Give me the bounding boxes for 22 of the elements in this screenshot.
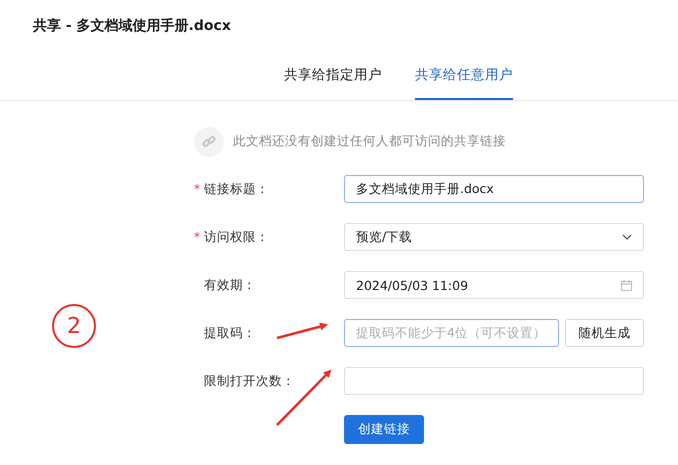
input-field[interactable]: 多文档域使用手册.docx [344,175,644,203]
field-label: 有效期： [204,276,256,294]
field-label: 限制打开次数： [204,372,295,390]
input-field[interactable] [344,367,644,395]
field-label: 链接标题： [204,180,269,198]
create-link-button[interactable]: 创建链接 [344,414,424,444]
generate-button[interactable]: 随机生成 [565,319,644,347]
required-mark: * [194,230,201,244]
link-icon [194,126,224,156]
arrow [276,322,328,340]
step-number: 2 [52,304,96,348]
field-label: 访问权限： [204,228,269,246]
tab[interactable]: 共享给任意用户 [415,58,513,100]
date-field[interactable]: 2024/05/03 11:09 [344,271,644,299]
dialog-title: 共享 - 多文档域使用手册.docx [32,16,232,36]
select-field[interactable]: 预览/下载 [344,223,644,251]
required-mark: * [194,182,201,196]
chevron-down-icon [622,234,632,240]
notice-text: 此文档还没有创建过任何人都可访问的共享链接 [233,133,506,150]
field-label: 提取码： [204,324,256,342]
tab[interactable]: 共享给指定用户 [284,58,382,100]
calendar-icon [621,280,632,290]
